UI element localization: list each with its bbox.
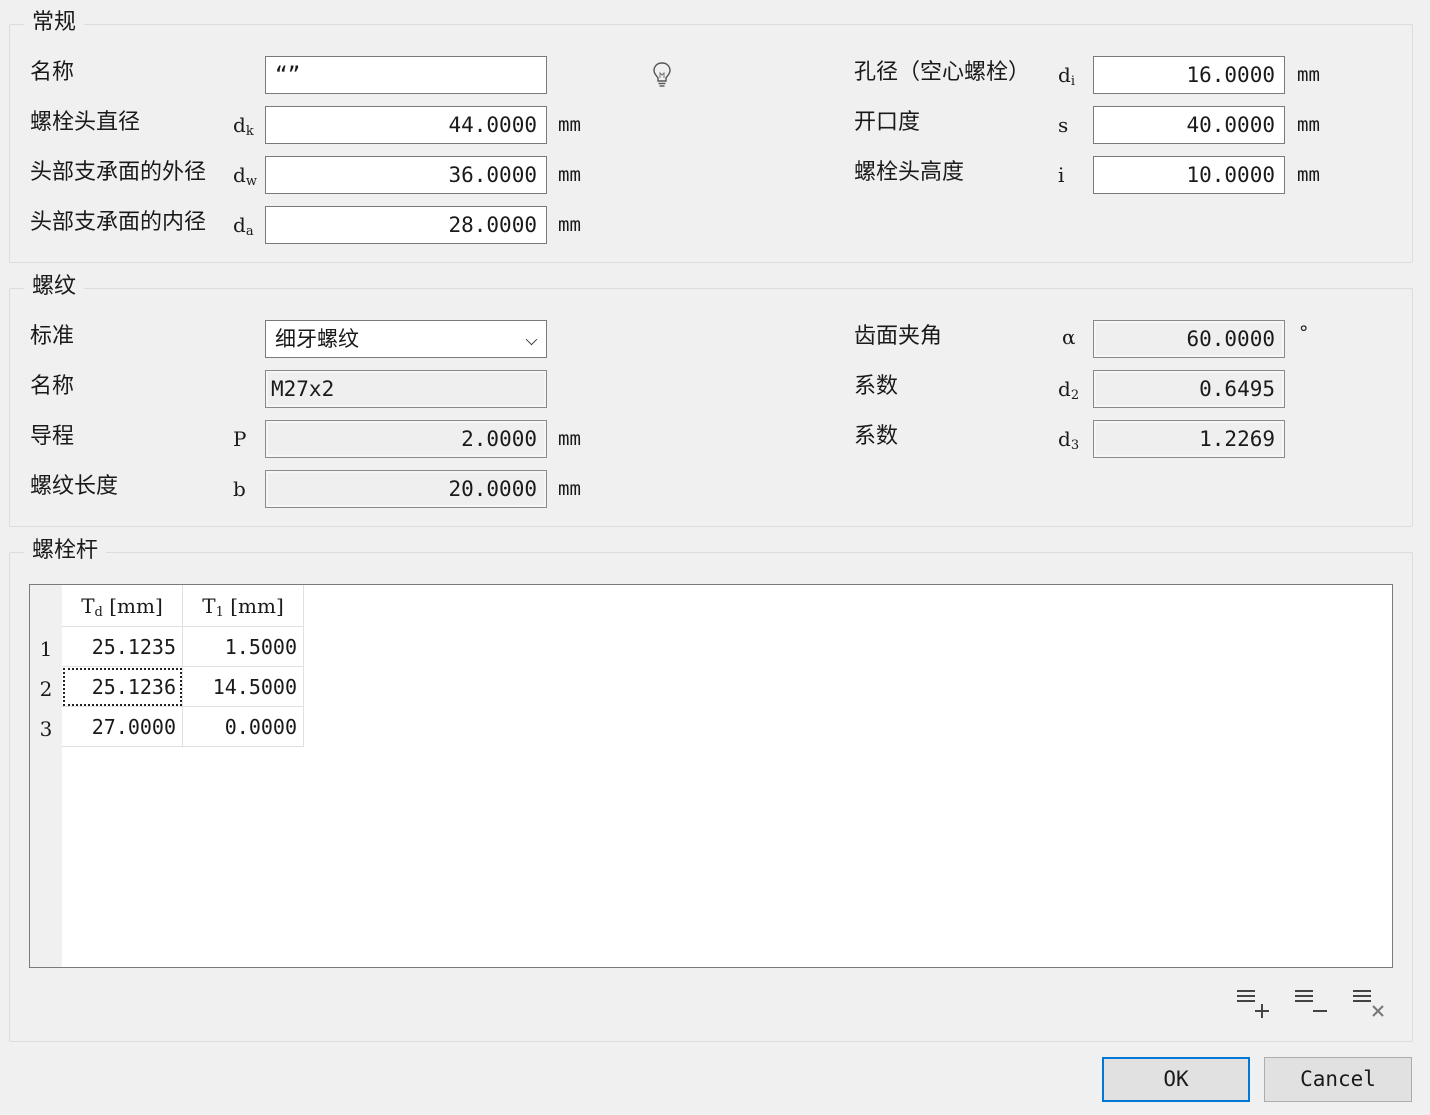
- bearing-inner-label: 头部支承面的内径: [30, 210, 207, 235]
- head-diameter-symbol: dk: [233, 113, 254, 139]
- thread-length-unit: mm: [558, 478, 581, 500]
- general-group-title: 常规: [24, 9, 85, 37]
- bore-symbol: di: [1058, 63, 1075, 89]
- bearing-outer-field[interactable]: 36.0000: [265, 156, 547, 194]
- ok-button[interactable]: OK: [1102, 1057, 1250, 1102]
- bearing-outer-label: 头部支承面的外径: [30, 160, 207, 185]
- head-height-unit: mm: [1297, 164, 1320, 186]
- bore-unit: mm: [1297, 64, 1320, 86]
- row-number: 2: [39, 677, 53, 701]
- bore-label: 孔径（空心螺栓）: [854, 60, 1031, 85]
- cancel-button[interactable]: Cancel: [1264, 1057, 1412, 1102]
- flank-angle-unit: °: [1298, 322, 1310, 344]
- table-cell-td[interactable]: 25.1235: [62, 627, 183, 667]
- pitch-field: 2.0000: [265, 420, 547, 458]
- standard-select[interactable]: 细牙螺纹: [265, 320, 547, 358]
- flank-angle-symbol: α: [1062, 325, 1076, 349]
- table-cell-t1[interactable]: 0.0000: [183, 707, 304, 747]
- head-diameter-field[interactable]: 44.0000: [265, 106, 547, 144]
- standard-label: 标准: [30, 324, 75, 349]
- row-number: 3: [39, 717, 53, 741]
- column-header-t1[interactable]: T1 [mm]: [183, 585, 304, 627]
- pitch-unit: mm: [558, 428, 581, 450]
- flank-angle-label: 齿面夹角: [854, 324, 943, 349]
- bearing-inner-unit: mm: [558, 214, 581, 236]
- add-row-icon[interactable]: [1235, 985, 1269, 1021]
- wrench-size-symbol: s: [1058, 113, 1069, 137]
- lightbulb-icon[interactable]: [651, 61, 673, 89]
- table-cell-td[interactable]: 27.0000: [62, 707, 183, 747]
- column-header-td[interactable]: Td [mm]: [62, 585, 183, 627]
- coefficient-d2-field: 0.6495: [1093, 370, 1285, 408]
- bearing-inner-symbol: da: [233, 213, 254, 239]
- coefficient-d2-label: 系数: [854, 374, 899, 399]
- shank-table[interactable]: Td [mm] T1 [mm] 1 25.1235 1.5000 2 25.12…: [29, 584, 1393, 968]
- bearing-inner-field[interactable]: 28.0000: [265, 206, 547, 244]
- table-cell-td[interactable]: 25.1236: [62, 667, 183, 707]
- shank-group-title: 螺栓杆: [24, 537, 107, 565]
- chevron-down-icon: [525, 333, 538, 346]
- coefficient-d3-label: 系数: [854, 424, 899, 449]
- coefficient-d3-field: 1.2269: [1093, 420, 1285, 458]
- coefficient-d3-symbol: d3: [1058, 427, 1080, 453]
- wrench-size-unit: mm: [1297, 114, 1320, 136]
- head-height-label: 螺栓头高度: [854, 160, 965, 185]
- thread-length-label: 螺纹长度: [30, 474, 119, 499]
- table-cell-t1[interactable]: 14.5000: [183, 667, 304, 707]
- name-label: 名称: [30, 60, 75, 85]
- thread-length-symbol: b: [233, 477, 246, 501]
- wrench-size-label: 开口度: [854, 110, 921, 135]
- coefficient-d2-symbol: d2: [1058, 377, 1080, 403]
- table-cell-t1[interactable]: 1.5000: [183, 627, 304, 667]
- head-height-symbol: i: [1058, 163, 1065, 187]
- standard-select-value: 细牙螺纹: [275, 327, 359, 351]
- row-number: 1: [39, 637, 53, 661]
- thread-name-field: M27x2: [265, 370, 547, 408]
- flank-angle-field: 60.0000: [1093, 320, 1285, 358]
- head-diameter-label: 螺栓头直径: [30, 110, 141, 135]
- bearing-outer-symbol: dw: [233, 163, 257, 189]
- thread-length-field: 20.0000: [265, 470, 547, 508]
- bore-field[interactable]: 16.0000: [1093, 56, 1285, 94]
- thread-group-title: 螺纹: [24, 273, 85, 301]
- clear-rows-icon[interactable]: [1351, 985, 1385, 1021]
- pitch-label: 导程: [30, 424, 75, 449]
- remove-row-icon[interactable]: [1293, 985, 1327, 1021]
- pitch-symbol: P: [233, 427, 247, 451]
- name-field[interactable]: “”: [265, 56, 547, 94]
- wrench-size-field[interactable]: 40.0000: [1093, 106, 1285, 144]
- head-diameter-unit: mm: [558, 114, 581, 136]
- thread-name-label: 名称: [30, 374, 75, 399]
- head-height-field[interactable]: 10.0000: [1093, 156, 1285, 194]
- bearing-outer-unit: mm: [558, 164, 581, 186]
